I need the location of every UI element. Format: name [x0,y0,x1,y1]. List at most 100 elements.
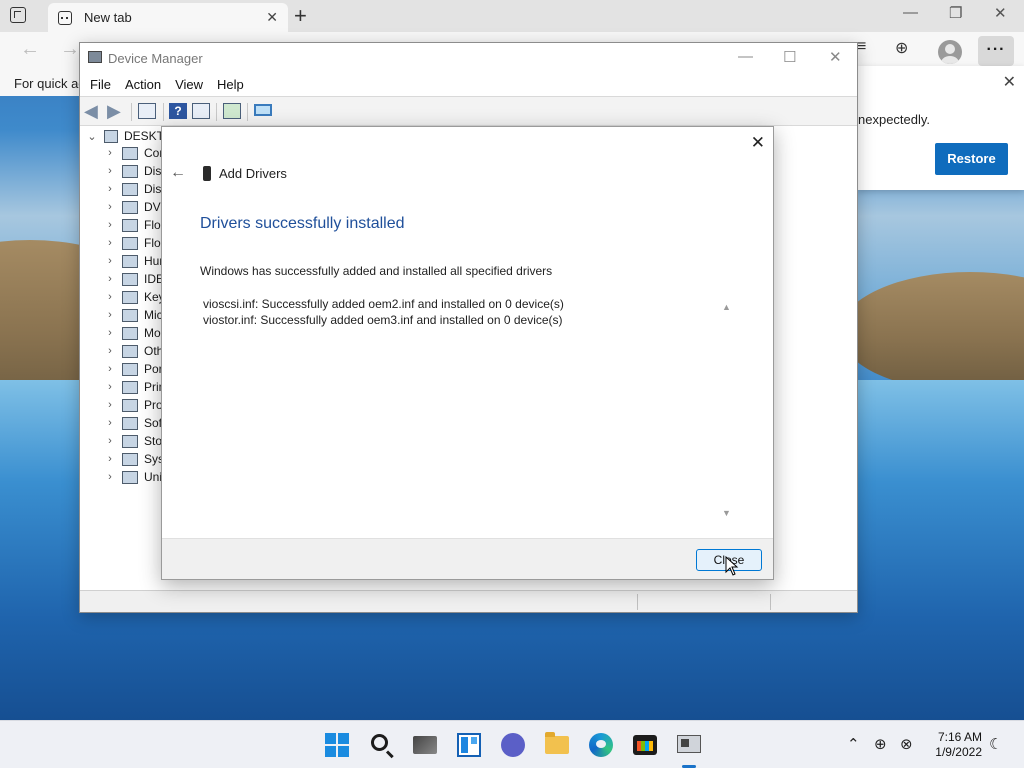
status-separator [637,594,638,610]
volume-muted-icon[interactable]: ⊗ [900,735,913,753]
chevron-right-icon[interactable]: › [104,363,116,375]
chevron-down-icon[interactable]: ⌄ [86,130,98,143]
tree-item[interactable]: › Oth [104,342,163,360]
clock[interactable]: 7:16 AM 1/9/2022 [930,730,982,760]
new-tab-plus-icon[interactable]: + [294,3,307,29]
back-arrow-icon[interactable]: ← [170,164,186,182]
microsoft-store-icon[interactable] [633,735,657,755]
wallpaper-hill-right [840,272,1024,392]
close-tab-icon[interactable]: ✕ [266,9,278,26]
search-icon[interactable] [371,734,388,751]
tree-item[interactable]: › Mo [104,324,161,342]
device-category-icon [122,362,138,376]
close-window-icon[interactable]: ✕ [829,48,842,66]
chevron-right-icon[interactable]: › [104,381,116,393]
restore-icon[interactable]: ❐ [949,4,962,22]
tree-item[interactable]: › Uni [104,468,162,486]
scroll-up-icon[interactable]: ▲ [722,302,731,312]
tree-item[interactable]: › Por [104,360,163,378]
chevron-right-icon[interactable]: › [104,237,116,249]
help-icon[interactable]: ? [169,103,187,119]
favorites-icon[interactable]: ≡ [857,38,866,56]
chevron-right-icon[interactable]: › [104,183,116,195]
chevron-right-icon[interactable]: › [104,453,116,465]
show-hide-console-tree-icon[interactable] [138,103,156,119]
tree-item[interactable]: › Soft [104,414,165,432]
results-scrollbar[interactable]: ▲ ▼ [720,302,734,518]
chevron-right-icon[interactable]: › [104,273,116,285]
back-arrow-icon[interactable]: ← [20,38,40,61]
chevron-right-icon[interactable]: › [104,345,116,357]
workspaces-icon[interactable] [10,7,26,23]
tree-item[interactable]: › Flop [104,234,167,252]
task-view-icon[interactable] [413,736,437,754]
chevron-right-icon[interactable]: › [104,435,116,447]
tree-item[interactable]: › Key [104,288,165,306]
results-list[interactable]: vioscsi.inf: Successfully added oem2.inf… [200,297,737,523]
tab-new-tab[interactable]: New tab ✕ [48,3,288,32]
tree-item[interactable]: › Prin [104,378,165,396]
menu-file[interactable]: File [90,74,111,96]
network-icon[interactable]: ⊕ [874,735,887,753]
device-category-icon [122,452,138,466]
chevron-right-icon[interactable]: › [104,291,116,303]
chevron-right-icon[interactable]: › [104,165,116,177]
device-category-icon [122,470,138,484]
close-icon[interactable]: ✕ [751,133,765,153]
chevron-right-icon[interactable]: › [104,471,116,483]
more-menu-button[interactable]: ··· [978,36,1014,66]
chevron-right-icon[interactable]: › [104,399,116,411]
chevron-right-icon[interactable]: › [104,201,116,213]
window-title: Device Manager [108,51,203,66]
tree-item[interactable]: › DVD [104,198,169,216]
file-explorer-icon[interactable] [545,732,569,754]
favorites-bar-text: For quick ac [14,76,85,91]
chevron-right-icon[interactable]: › [104,255,116,267]
close-window-icon[interactable]: ✕ [994,4,1007,22]
menu-view[interactable]: View [175,74,203,96]
forward-arrow-icon[interactable]: ▶ [107,102,125,120]
minimize-icon[interactable]: — [738,48,753,65]
chevron-up-icon[interactable]: ⌃ [847,735,860,753]
profile-avatar[interactable] [938,40,962,64]
start-icon[interactable] [325,733,349,757]
close-icon[interactable]: ✕ [1003,72,1016,92]
chevron-right-icon[interactable]: › [104,309,116,321]
notifications-moon-icon[interactable]: ☾ [989,735,1002,753]
tree-item[interactable]: › Syst [104,450,167,468]
scan-hardware-icon[interactable] [254,104,272,116]
tree-item[interactable]: › Cor [104,144,163,162]
menu-action[interactable]: Action [125,74,161,96]
chat-icon[interactable] [501,733,525,757]
device-manager-taskbar-icon[interactable] [677,735,701,753]
chevron-right-icon[interactable]: › [104,327,116,339]
chevron-right-icon[interactable]: › [104,417,116,429]
tree-item[interactable]: › Disk [104,162,167,180]
chevron-right-icon[interactable]: › [104,147,116,159]
forward-arrow-icon[interactable]: → [60,38,80,61]
tree-item[interactable]: › Hun [104,252,166,270]
maximize-icon[interactable]: ☐ [783,48,796,66]
tree-root[interactable]: ⌄ DESKTC [86,127,172,145]
edge-icon[interactable] [589,733,613,757]
widgets-icon[interactable] [457,733,481,757]
tree-item[interactable]: › Pro [104,396,163,414]
update-driver-icon[interactable] [223,103,241,119]
chevron-right-icon[interactable]: › [104,219,116,231]
minimize-icon[interactable]: — [903,4,918,21]
scroll-down-icon[interactable]: ▼ [722,508,731,518]
properties-icon[interactable] [192,103,210,119]
add-drivers-dialog: ✕ ← Add Drivers Drivers successfully ins… [161,126,774,580]
tree-item[interactable]: › Disp [104,180,168,198]
tree-item[interactable]: › IDE [104,270,164,288]
device-category-icon [122,182,138,196]
tree-item[interactable]: › Mic [104,306,163,324]
restore-button[interactable]: Restore [935,143,1008,175]
collections-icon[interactable]: ⊕ [895,38,908,58]
device-manager-titlebar: Device Manager — ☐ ✕ [80,43,857,74]
tree-item[interactable]: › Flop [104,216,167,234]
back-arrow-icon[interactable]: ◀ [84,102,102,120]
tree-item[interactable]: › Stor [104,432,166,450]
device-category-icon [122,344,138,358]
menu-help[interactable]: Help [217,74,244,96]
